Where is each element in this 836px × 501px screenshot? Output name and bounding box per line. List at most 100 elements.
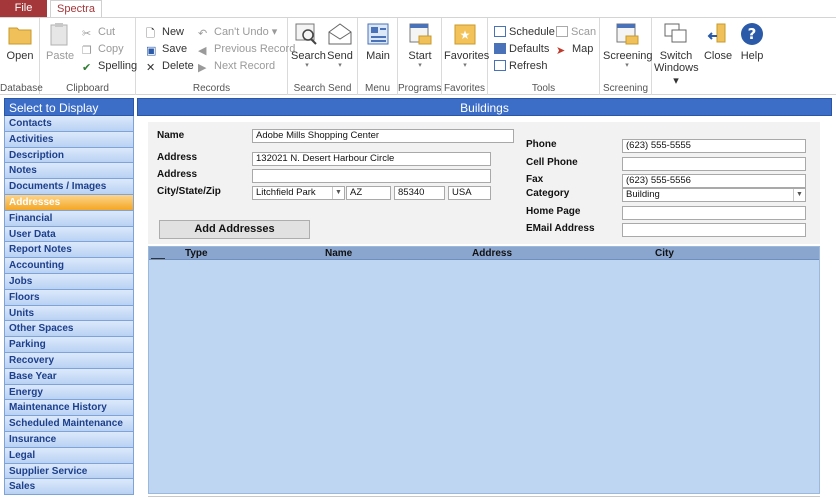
group-favorites: ★ Favorites ▾ Favorites xyxy=(442,18,489,95)
nav-item-activities[interactable]: Activities xyxy=(4,131,134,148)
schedule-button[interactable]: Schedule xyxy=(494,24,555,40)
main-panel: Buildings Name Adobe Mills Shopping Cent… xyxy=(137,98,832,501)
email-field[interactable] xyxy=(622,223,806,237)
phone-field[interactable]: (623) 555-5555 xyxy=(622,139,806,153)
addresses-grid[interactable]: Type Name Address City xyxy=(148,246,820,494)
new-document-icon: 🗋 xyxy=(146,28,155,40)
start-dropdown-icon: ▾ xyxy=(418,62,422,69)
city-field[interactable]: Litchfield Park ▼ xyxy=(252,186,345,200)
fax-label: Fax xyxy=(526,174,544,185)
column-type[interactable]: Type xyxy=(185,247,208,260)
main-button[interactable]: Main xyxy=(362,22,394,62)
home-page-field[interactable] xyxy=(622,206,806,220)
screening-dropdown-icon: ▾ xyxy=(625,62,629,69)
delete-button[interactable]: ✕ Delete xyxy=(146,58,194,74)
nav-item-notes[interactable]: Notes xyxy=(4,163,134,180)
nav-item-sales[interactable]: Sales xyxy=(4,479,134,496)
page-title: Buildings xyxy=(137,98,832,116)
category-select[interactable]: Building ▼ xyxy=(622,188,806,202)
nav-item-scheduled-maintenance[interactable]: Scheduled Maintenance xyxy=(4,416,134,432)
category-dropdown-icon[interactable]: ▼ xyxy=(793,189,805,201)
tab-file[interactable]: File xyxy=(0,0,47,17)
copy-button[interactable]: ❐ Copy xyxy=(82,41,124,57)
scissors-icon: ✂ xyxy=(82,28,92,40)
group-menu: Main Menu xyxy=(358,18,398,95)
add-addresses-button[interactable]: Add Addresses xyxy=(159,220,310,239)
spellcheck-icon: ✔ xyxy=(82,62,92,74)
nav-item-insurance[interactable]: Insurance xyxy=(4,431,134,448)
close-button[interactable]: Close xyxy=(702,22,734,62)
group-tools: Schedule Scan Defaults ➤ Map Refresh Tool… xyxy=(488,18,600,95)
nav-item-legal[interactable]: Legal xyxy=(4,447,134,464)
nav-item-energy[interactable]: Energy xyxy=(4,384,134,401)
previous-record-button[interactable]: ◀ Previous Record xyxy=(198,41,295,57)
start-icon xyxy=(407,22,433,46)
nav-item-recovery[interactable]: Recovery xyxy=(4,352,134,369)
switch-windows-button[interactable]: Switch Windows ▾ xyxy=(654,22,699,87)
defaults-button[interactable]: Defaults xyxy=(494,41,549,57)
group-label-screening: Screening xyxy=(602,83,649,94)
name-field[interactable]: Adobe Mills Shopping Center xyxy=(252,129,514,143)
spelling-label: Spelling xyxy=(98,60,138,72)
zip-field[interactable]: 85340 xyxy=(394,186,445,200)
fax-field[interactable]: (623) 555-5556 xyxy=(622,174,806,188)
search-button[interactable]: Search ▾ xyxy=(291,22,326,70)
nav-item-documents-images[interactable]: Documents / Images xyxy=(4,179,134,195)
group-database: Open Database xyxy=(0,18,43,95)
address2-field[interactable] xyxy=(252,169,491,183)
screening-button[interactable]: Screening ▾ xyxy=(603,22,653,70)
nav-item-maintenance-history[interactable]: Maintenance History xyxy=(4,400,134,417)
previous-record-label: Previous Record xyxy=(214,43,296,55)
close-label: Close xyxy=(703,50,733,62)
new-label: New xyxy=(162,26,185,38)
tab-spectra[interactable]: Spectra xyxy=(50,0,102,18)
calendar-icon xyxy=(494,26,506,37)
copy-label: Copy xyxy=(98,43,124,55)
save-button[interactable]: ▣ Save xyxy=(146,41,187,57)
nav-item-units[interactable]: Units xyxy=(4,305,134,322)
nav-item-addresses[interactable]: Addresses xyxy=(4,194,134,211)
country-field[interactable]: USA xyxy=(448,186,491,200)
nav-item-other-spaces[interactable]: Other Spaces xyxy=(4,321,134,338)
spelling-button[interactable]: ✔ Spelling xyxy=(82,58,137,74)
send-button[interactable]: Send ▾ xyxy=(324,22,356,70)
nav-item-user-data[interactable]: User Data xyxy=(4,226,134,243)
next-record-button[interactable]: ▶ Next Record xyxy=(198,58,275,74)
state-field[interactable]: AZ xyxy=(346,186,391,200)
nav-item-supplier-service[interactable]: Supplier Service xyxy=(4,463,134,480)
address-field[interactable]: 132021 N. Desert Harbour Circle xyxy=(252,152,491,166)
cut-button[interactable]: ✂ Cut xyxy=(82,24,115,40)
defaults-icon xyxy=(494,43,506,54)
cell-phone-field[interactable] xyxy=(622,157,806,171)
open-button[interactable]: Open xyxy=(4,22,36,62)
column-address[interactable]: Address xyxy=(472,247,512,260)
refresh-button[interactable]: Refresh xyxy=(494,58,548,74)
start-button[interactable]: Start ▾ xyxy=(404,22,436,70)
scan-button[interactable]: Scan xyxy=(556,24,596,40)
favorites-star-icon: ★ xyxy=(452,22,478,46)
column-name[interactable]: Name xyxy=(325,247,352,260)
city-dropdown-icon[interactable]: ▼ xyxy=(332,187,344,199)
nav-item-report-notes[interactable]: Report Notes xyxy=(4,242,134,259)
nav-item-jobs[interactable]: Jobs xyxy=(4,273,134,290)
nav-item-accounting[interactable]: Accounting xyxy=(4,258,134,274)
nav-item-base-year[interactable]: Base Year xyxy=(4,368,134,385)
cut-label: Cut xyxy=(98,26,116,38)
paste-button[interactable]: Paste xyxy=(46,22,74,62)
delete-x-icon: ✕ xyxy=(146,62,156,74)
column-city[interactable]: City xyxy=(655,247,674,260)
undo-icon: ↶ xyxy=(198,28,208,40)
map-button[interactable]: ➤ Map xyxy=(556,41,593,57)
nav-item-financial[interactable]: Financial xyxy=(4,210,134,227)
folder-icon xyxy=(7,22,33,46)
nav-list: Contacts Activities Description Notes Docume… xyxy=(4,116,134,496)
help-button[interactable]: ? Help xyxy=(736,22,768,62)
undo-button[interactable]: ↶ Can't Undo ▾ xyxy=(198,24,277,40)
refresh-label: Refresh xyxy=(509,60,548,72)
nav-item-contacts[interactable]: Contacts xyxy=(4,116,134,132)
nav-item-parking[interactable]: Parking xyxy=(4,337,134,353)
favorites-button[interactable]: ★ Favorites ▾ xyxy=(444,22,489,70)
nav-item-floors[interactable]: Floors xyxy=(4,289,134,306)
nav-item-description[interactable]: Description xyxy=(4,147,134,164)
new-button[interactable]: 🗋 New xyxy=(146,24,184,40)
